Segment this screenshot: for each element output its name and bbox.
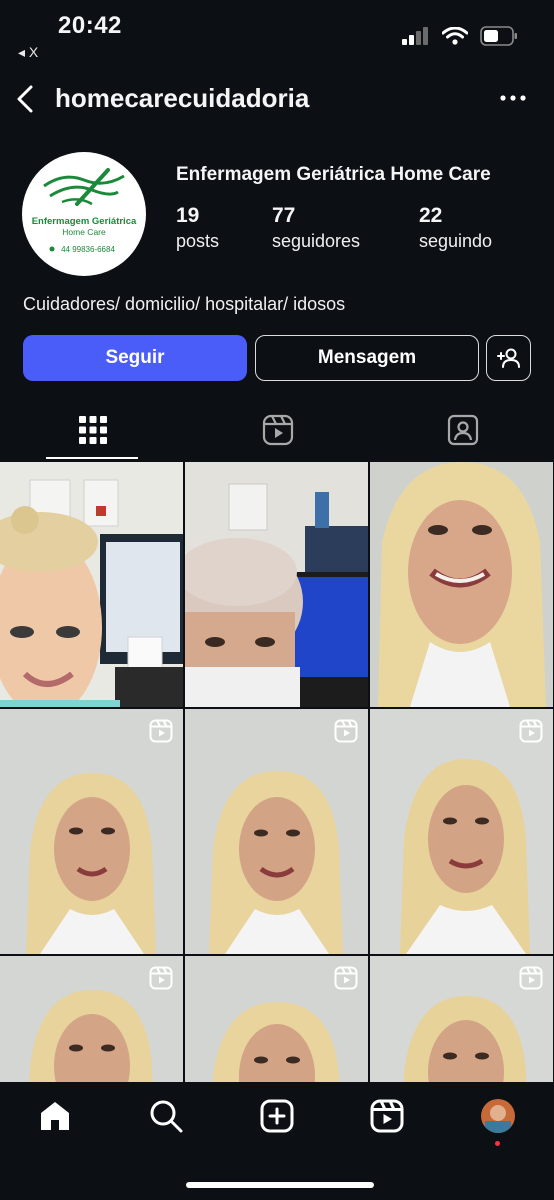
profile-username: homecarecuidadoria xyxy=(55,83,310,113)
post-image xyxy=(370,462,553,707)
suggest-users-button[interactable] xyxy=(486,335,531,381)
nav-home[interactable] xyxy=(35,1096,75,1136)
post-thumbnail[interactable] xyxy=(370,462,553,707)
post-thumbnail[interactable] xyxy=(370,956,553,1082)
notification-dot xyxy=(495,1141,500,1146)
post-image xyxy=(185,462,368,707)
post-thumbnail[interactable] xyxy=(370,709,553,954)
stat-following-label: seguindo xyxy=(419,231,493,251)
profile-header: homecarecuidadoria xyxy=(0,70,554,130)
reel-badge-icon xyxy=(149,719,173,743)
battery-icon xyxy=(480,26,517,46)
logo-text-line1: Enfermagem Geriátrica xyxy=(32,216,137,227)
post-image xyxy=(0,709,183,954)
post-thumbnail[interactable] xyxy=(0,709,183,954)
reels-icon xyxy=(262,414,293,446)
stat-followers-value: 77 xyxy=(272,204,296,227)
profile-avatar-small xyxy=(481,1099,515,1133)
profile-avatar[interactable]: Enfermagem Geriátrica Home Care 44 99836… xyxy=(22,152,146,276)
nav-search[interactable] xyxy=(146,1096,186,1136)
logo-caduceus-icon: Enfermagem Geriátrica Home Care 44 99836… xyxy=(32,168,137,254)
post-thumbnail[interactable] xyxy=(185,956,368,1082)
wifi-icon xyxy=(442,27,468,45)
message-button[interactable]: Mensagem xyxy=(255,335,479,381)
stat-followers-label: seguidores xyxy=(272,231,361,251)
post-image xyxy=(0,462,183,707)
stat-following[interactable]: 22 seguindo xyxy=(419,204,492,252)
logo-phone: 44 99836-6684 xyxy=(61,245,115,254)
reel-badge-icon xyxy=(519,966,543,990)
reel-badge-icon xyxy=(519,719,543,743)
more-options-button[interactable] xyxy=(498,88,528,108)
tab-tagged[interactable] xyxy=(370,400,554,460)
stat-posts-value: 19 xyxy=(176,204,200,227)
create-icon xyxy=(260,1099,294,1133)
tagged-icon xyxy=(447,414,478,446)
post-thumbnail[interactable] xyxy=(0,462,183,707)
post-thumbnail[interactable] xyxy=(185,709,368,954)
profile-display-name: Enfermagem Geriátrica Home Care xyxy=(176,164,491,185)
profile-tabs xyxy=(0,400,554,460)
post-image xyxy=(370,709,553,954)
follow-button[interactable]: Seguir xyxy=(23,335,247,381)
add-user-icon xyxy=(496,348,520,368)
logo-text-line2: Home Care xyxy=(62,227,106,237)
stat-following-value: 22 xyxy=(419,204,443,227)
nav-reels[interactable] xyxy=(367,1096,407,1136)
reel-badge-icon xyxy=(334,966,358,990)
stat-followers[interactable]: 77 seguidores xyxy=(272,204,360,252)
tab-posts-grid[interactable] xyxy=(0,400,185,460)
bottom-navigation xyxy=(0,1082,554,1200)
posts-grid xyxy=(0,462,554,1082)
status-icons xyxy=(402,26,518,46)
back-to-app-link[interactable]: ◂ X xyxy=(18,44,38,61)
tab-reels[interactable] xyxy=(185,400,370,460)
post-image xyxy=(185,709,368,954)
nav-profile[interactable] xyxy=(478,1096,518,1136)
status-time: 20:42 xyxy=(58,12,122,39)
stat-posts[interactable]: 19 posts xyxy=(176,204,219,252)
grid-icon xyxy=(78,416,107,444)
nav-create[interactable] xyxy=(257,1096,297,1136)
reel-badge-icon xyxy=(149,966,173,990)
stat-posts-label: posts xyxy=(176,231,220,251)
reel-badge-icon xyxy=(334,719,358,743)
chevron-left-icon xyxy=(17,85,33,113)
back-button[interactable] xyxy=(10,82,40,116)
tab-active-indicator xyxy=(46,457,138,459)
home-icon xyxy=(41,1102,69,1130)
post-thumbnail[interactable] xyxy=(185,462,368,707)
search-icon xyxy=(150,1100,183,1133)
home-indicator xyxy=(186,1182,374,1188)
post-thumbnail[interactable] xyxy=(0,956,183,1082)
status-bar: 20:42 ◂ X xyxy=(0,0,554,70)
reels-icon xyxy=(370,1099,404,1133)
signal-icon xyxy=(402,27,428,45)
more-icon xyxy=(500,95,526,101)
profile-bio: Cuidadores/ domicilio/ hospitalar/ idoso… xyxy=(23,294,346,314)
